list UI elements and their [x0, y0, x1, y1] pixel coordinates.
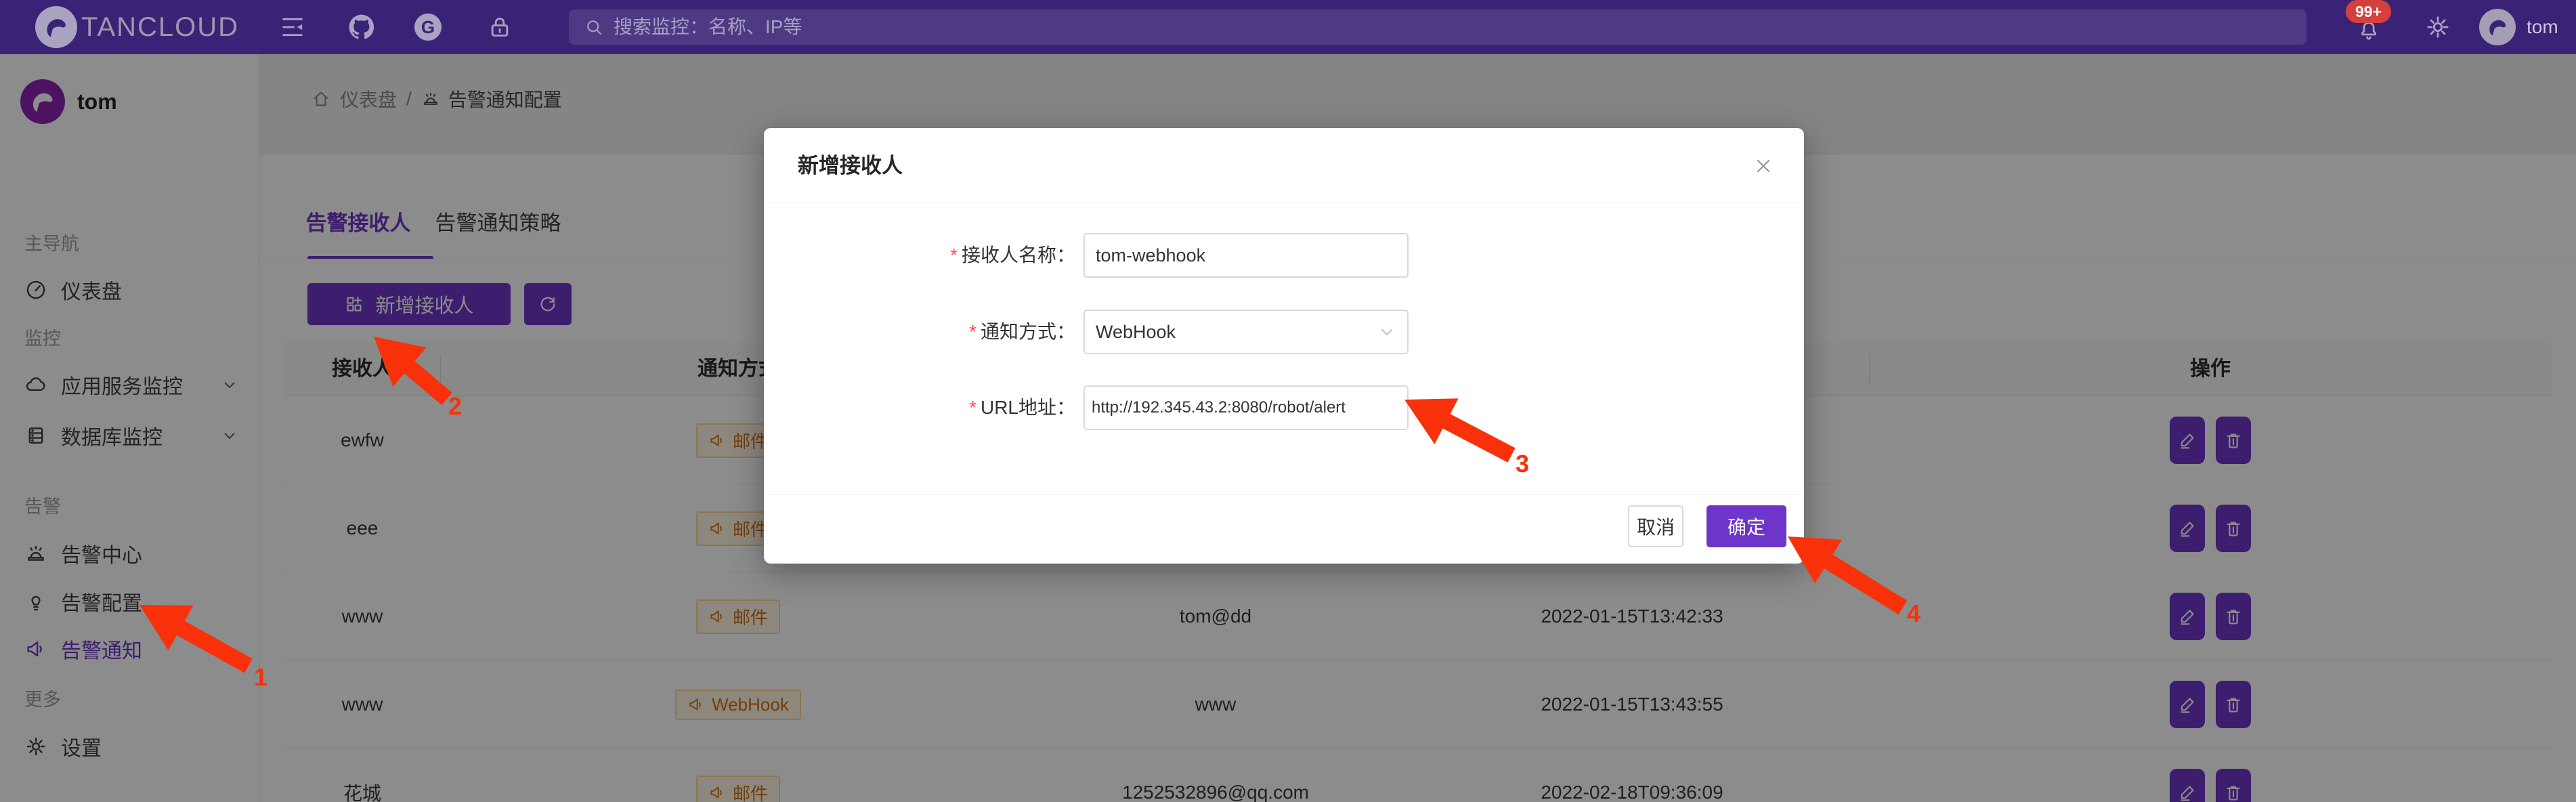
chevron-down-icon — [1377, 322, 1396, 341]
required-asterisk: * — [969, 397, 976, 418]
gitee-letter: G — [421, 17, 435, 38]
tancloud-logo-icon[interactable] — [35, 6, 77, 48]
user-avatar[interactable] — [2479, 9, 2516, 45]
required-asterisk: * — [969, 321, 976, 342]
form-row-url: *URL地址： — [764, 385, 1804, 430]
menu-collapse-icon[interactable] — [279, 14, 306, 41]
webhook-url-input[interactable] — [1083, 385, 1409, 430]
notification-count-badge: 99+ — [2346, 0, 2391, 23]
lock-icon[interactable] — [486, 14, 513, 41]
close-icon[interactable] — [1753, 155, 1774, 177]
form-row-method: *通知方式： WebHook — [764, 310, 1804, 354]
settings-gear-icon[interactable] — [2424, 14, 2451, 41]
add-receiver-modal: 新增接收人 *接收人名称： *通知方式： WebHook *URL地址： — [764, 128, 1804, 564]
field-label-url: *URL地址： — [764, 385, 1075, 430]
notify-method-select[interactable]: WebHook — [1083, 310, 1409, 354]
form-row-name: *接收人名称： — [764, 233, 1804, 278]
monitor-search-box — [569, 9, 2306, 45]
modal-header: 新增接收人 — [764, 128, 1804, 203]
brand-title: TANCLOUD — [81, 0, 239, 54]
top-navbar: TANCLOUD G 99+ tom — [0, 0, 2576, 54]
field-label-name: *接收人名称： — [764, 233, 1075, 278]
search-icon — [584, 17, 604, 37]
app-root: TANCLOUD G 99+ tom tom 主导航 仪表盘 — [0, 0, 2576, 802]
topbar-username: tom — [2527, 0, 2558, 54]
search-input[interactable] — [614, 9, 2306, 45]
gitee-icon[interactable]: G — [414, 14, 442, 41]
required-asterisk: * — [950, 245, 958, 266]
github-icon[interactable] — [347, 12, 377, 42]
modal-title: 新增接收人 — [798, 128, 903, 203]
confirm-button[interactable]: 确定 — [1706, 505, 1786, 547]
cancel-button[interactable]: 取消 — [1628, 505, 1683, 547]
receiver-name-input[interactable] — [1083, 233, 1409, 278]
modal-footer: 取消 确定 — [764, 494, 1804, 564]
field-label-method: *通知方式： — [764, 310, 1075, 354]
notifications-button[interactable]: 99+ — [2350, 0, 2424, 54]
